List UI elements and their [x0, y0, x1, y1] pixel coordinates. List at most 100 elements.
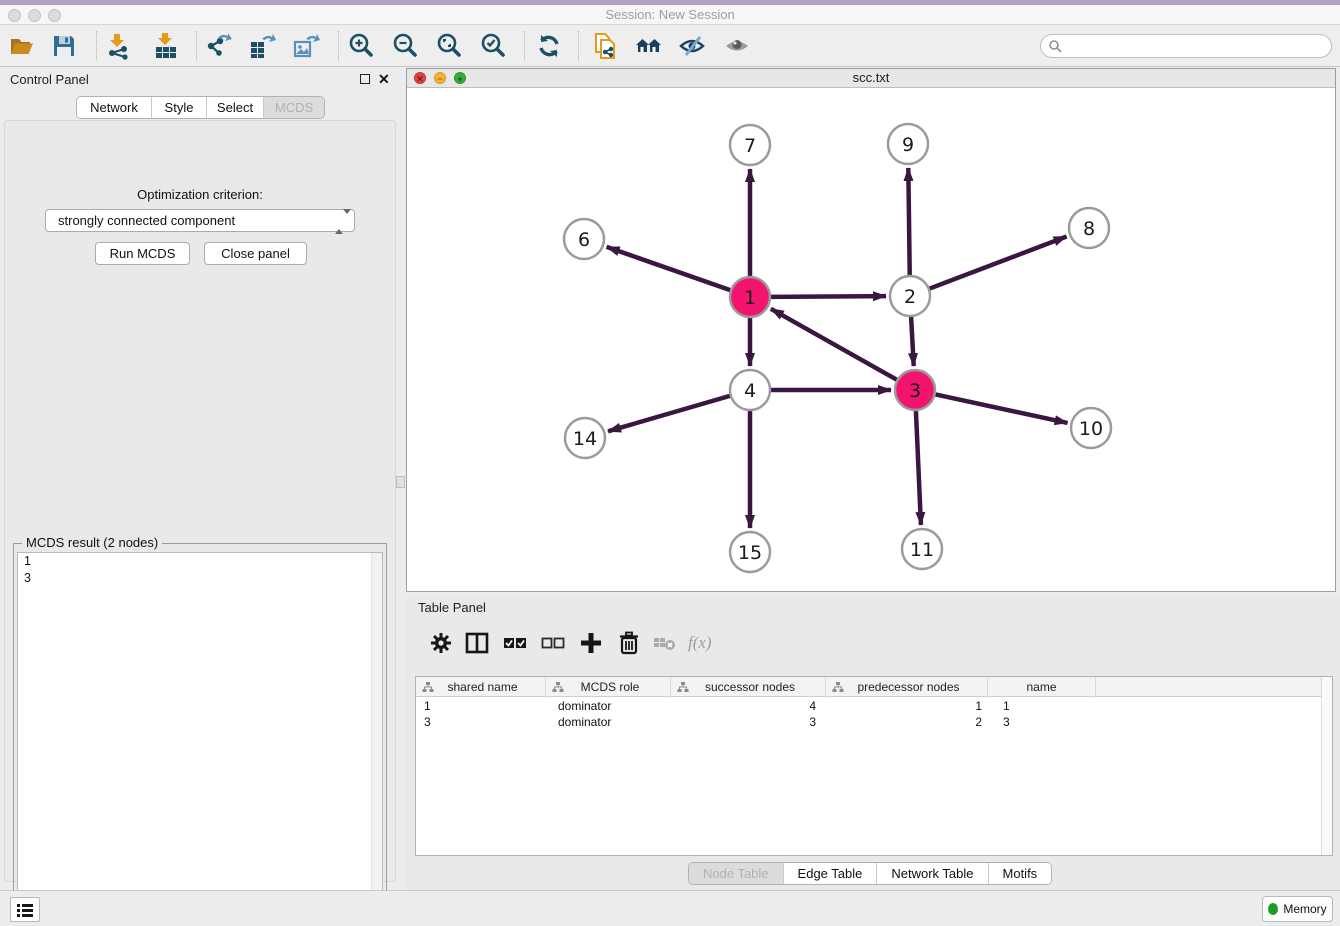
- toolbar-separator: [196, 31, 197, 61]
- table-row[interactable]: 3dominator323: [416, 714, 1322, 730]
- table-cell[interactable]: 1: [826, 698, 988, 714]
- show-all-networks-icon[interactable]: [635, 32, 663, 60]
- network-window: ✕ − + scc.txt 7968124314101511: [406, 68, 1336, 592]
- main-toolbar: [0, 25, 1340, 67]
- mcds-result-group: MCDS result (2 nodes) 13: [13, 543, 387, 925]
- tab-mcds[interactable]: MCDS: [264, 97, 324, 118]
- splitter-grip[interactable]: [396, 476, 405, 488]
- settings-gear-icon[interactable]: [428, 630, 454, 656]
- toolbar-separator: [578, 31, 579, 61]
- tab-select[interactable]: Select: [207, 97, 264, 118]
- tab-network[interactable]: Network: [77, 97, 152, 118]
- graph-edge-4-14[interactable]: [608, 396, 730, 431]
- show-hidden-eye-icon[interactable]: [723, 32, 751, 60]
- graph-node-label-3: 3: [909, 380, 921, 402]
- column-header-predecessor-nodes[interactable]: predecessor nodes: [826, 677, 988, 697]
- search-input[interactable]: [1062, 37, 1331, 55]
- export-network-icon[interactable]: [204, 32, 232, 60]
- table-cell[interactable]: 3: [671, 714, 826, 730]
- delete-table-icon: [652, 630, 678, 656]
- hierarchy-icon: [677, 681, 689, 693]
- column-header-mcds-role[interactable]: MCDS role: [546, 677, 671, 697]
- graph-edge-2-3[interactable]: [911, 317, 914, 366]
- table-cell[interactable]: 3: [988, 714, 1096, 730]
- graph-edge-2-9[interactable]: [908, 168, 909, 275]
- zoom-traffic-light[interactable]: [48, 9, 61, 22]
- select-value: strongly connected component: [58, 213, 235, 228]
- table-scrollbar[interactable]: [1321, 677, 1332, 855]
- zoom-in-icon[interactable]: [348, 32, 376, 60]
- close-traffic-light[interactable]: [8, 9, 21, 22]
- column-header-name[interactable]: name: [988, 677, 1096, 697]
- tab-network-table[interactable]: Network Table: [877, 863, 988, 884]
- graph-edge-3-11[interactable]: [916, 411, 921, 525]
- optimization-criterion-select[interactable]: strongly connected component: [45, 209, 355, 232]
- search-box[interactable]: [1040, 34, 1332, 58]
- float-panel-icon[interactable]: [360, 74, 370, 84]
- minimize-traffic-light[interactable]: [28, 9, 41, 22]
- network-maximize-icon[interactable]: +: [454, 72, 466, 84]
- control-panel: Control Panel ✕ Network Style Select MCD…: [0, 68, 400, 886]
- graph-edge-1-2[interactable]: [771, 296, 886, 297]
- tab-node-table[interactable]: Node Table: [689, 863, 784, 884]
- table-cell[interactable]: 4: [671, 698, 826, 714]
- table-toolbar: f(x): [415, 622, 1333, 666]
- mcds-result-title: MCDS result (2 nodes): [22, 535, 162, 550]
- task-list-icon: [17, 903, 33, 917]
- network-minimize-icon[interactable]: −: [434, 72, 446, 84]
- result-scrollbar[interactable]: [371, 553, 382, 920]
- memory-button[interactable]: Memory: [1262, 896, 1333, 922]
- zoom-selected-icon[interactable]: [480, 32, 508, 60]
- graph-edge-1-6[interactable]: [607, 247, 731, 290]
- hide-selected-eye-icon[interactable]: [678, 32, 706, 60]
- run-mcds-button[interactable]: Run MCDS: [95, 242, 190, 265]
- refresh-icon[interactable]: [535, 32, 563, 60]
- export-image-icon[interactable]: [292, 32, 320, 60]
- network-title: scc.txt: [407, 69, 1335, 87]
- import-network-icon[interactable]: [104, 32, 132, 60]
- graph-edge-3-10[interactable]: [936, 394, 1068, 423]
- export-table-icon[interactable]: [248, 32, 276, 60]
- import-table-icon[interactable]: [152, 32, 180, 60]
- delete-column-trash-icon[interactable]: [616, 630, 642, 656]
- network-canvas[interactable]: 7968124314101511: [407, 88, 1335, 591]
- mcds-result-line: 3: [18, 570, 382, 587]
- graph-node-label-8: 8: [1083, 218, 1095, 240]
- zoom-out-icon[interactable]: [392, 32, 420, 60]
- control-panel-title: Control Panel: [10, 72, 89, 87]
- node-table-body: 1dominator4113dominator323: [416, 698, 1322, 730]
- task-history-button[interactable]: [10, 897, 40, 922]
- toggle-panel-icon[interactable]: [464, 630, 490, 656]
- table-cell[interactable]: 2: [826, 714, 988, 730]
- close-panel-icon[interactable]: ✕: [378, 71, 390, 87]
- app-title: Session: New Session: [0, 5, 1340, 24]
- mcds-result-line: 1: [18, 553, 382, 570]
- table-cell[interactable]: 1: [416, 698, 546, 714]
- table-cell[interactable]: dominator: [546, 698, 671, 714]
- close-panel-button[interactable]: Close panel: [204, 242, 307, 265]
- graph-node-label-14: 14: [573, 428, 597, 450]
- graph-edge-2-8[interactable]: [930, 237, 1067, 289]
- toolbar-separator: [96, 31, 97, 61]
- zoom-fit-icon[interactable]: [436, 32, 464, 60]
- table-row[interactable]: 1dominator411: [416, 698, 1322, 714]
- graph-edge-3-1[interactable]: [771, 309, 897, 380]
- select-all-checkboxes-icon[interactable]: [502, 630, 528, 656]
- open-folder-icon[interactable]: [8, 32, 36, 60]
- table-cell[interactable]: dominator: [546, 714, 671, 730]
- mcds-result-text[interactable]: 13: [17, 552, 383, 921]
- column-header-shared-name[interactable]: shared name: [416, 677, 546, 697]
- network-close-icon[interactable]: ✕: [414, 72, 426, 84]
- table-cell[interactable]: 3: [416, 714, 546, 730]
- tab-style[interactable]: Style: [152, 97, 207, 118]
- column-header-successor-nodes[interactable]: successor nodes: [671, 677, 826, 697]
- tab-motifs[interactable]: Motifs: [989, 863, 1052, 884]
- deselect-all-checkboxes-icon[interactable]: [540, 630, 566, 656]
- duplicate-network-icon[interactable]: [591, 32, 619, 60]
- add-column-icon[interactable]: [578, 630, 604, 656]
- table-panel: Table Panel ✕ f(x) shared name: [406, 596, 1340, 890]
- tab-edge-table[interactable]: Edge Table: [784, 863, 878, 884]
- save-icon[interactable]: [50, 32, 78, 60]
- select-stepper-icon: [335, 214, 346, 228]
- table-cell[interactable]: 1: [988, 698, 1096, 714]
